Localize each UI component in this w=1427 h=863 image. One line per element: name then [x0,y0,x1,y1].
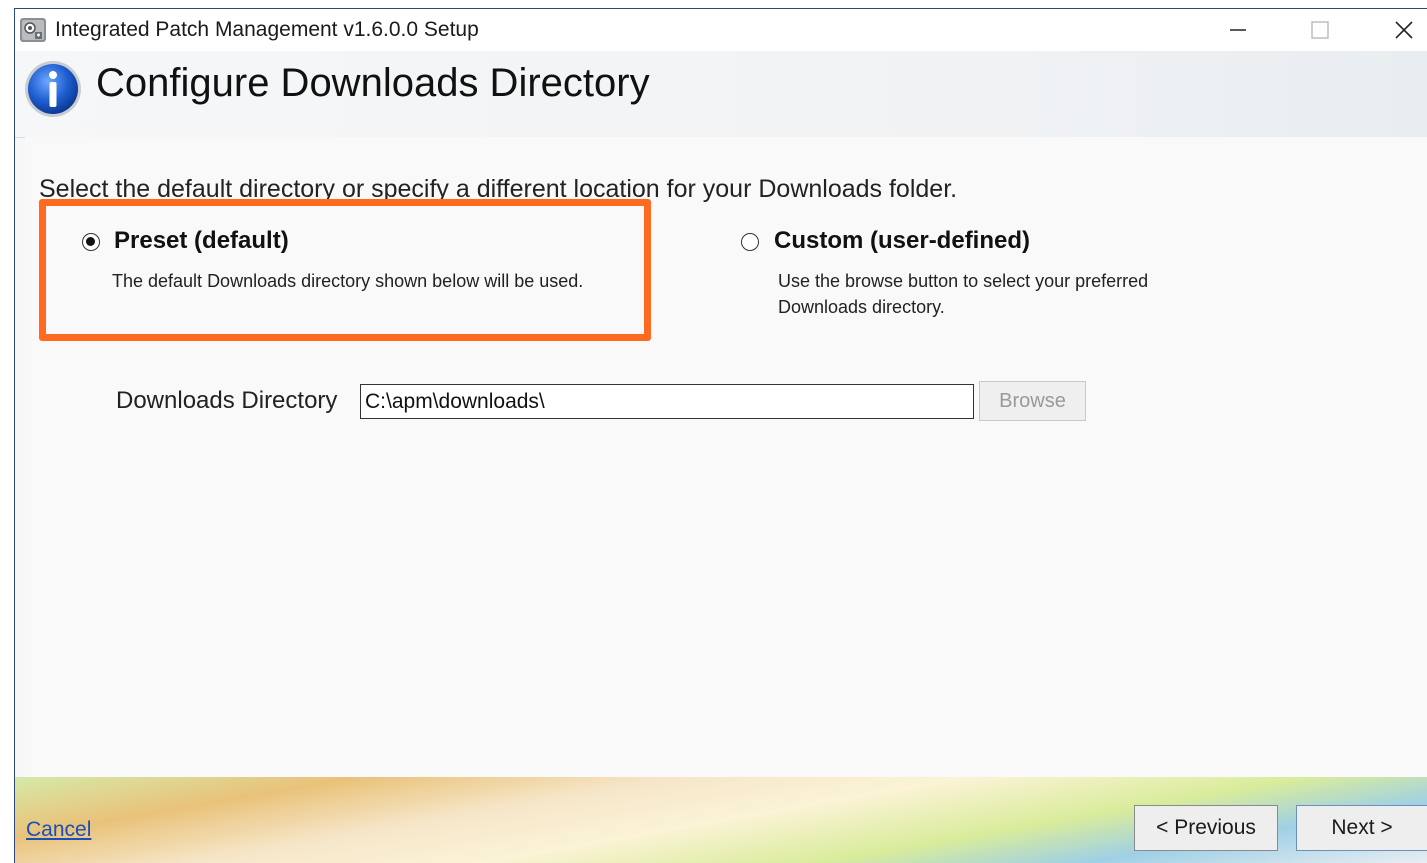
cancel-link[interactable]: Cancel [26,818,91,842]
maximize-button[interactable] [1280,9,1360,51]
page-title: Configure Downloads Directory [96,61,650,105]
custom-label[interactable]: Custom (user-defined) [774,227,1030,255]
custom-description-line-2: Downloads directory. [778,297,945,317]
previous-button[interactable]: < Previous [1134,805,1278,851]
custom-description-line-1: Use the browse button to select your pre… [778,271,1149,291]
minimize-icon [1230,29,1246,31]
browse-button[interactable]: Browse [979,381,1086,421]
footer-bar: Cancel < Previous Next > [15,777,1427,863]
downloads-directory-label: Downloads Directory [116,387,338,414]
setup-window: Integrated Patch Management v1.6.0.0 Set… [14,8,1427,863]
highlight-box [39,199,651,341]
downloads-directory-input[interactable] [360,384,974,419]
next-button[interactable]: Next > [1296,805,1427,851]
minimize-button[interactable] [1198,9,1278,51]
close-icon [1395,21,1413,39]
installer-app-icon [20,18,46,42]
custom-radio[interactable] [741,233,759,251]
title-bar: Integrated Patch Management v1.6.0.0 Set… [15,9,1427,51]
info-icon [25,61,81,117]
window-title: Integrated Patch Management v1.6.0.0 Set… [55,18,479,41]
maximize-icon [1311,21,1329,39]
close-button[interactable] [1364,9,1427,51]
page-header: Configure Downloads Directory [15,51,1427,138]
